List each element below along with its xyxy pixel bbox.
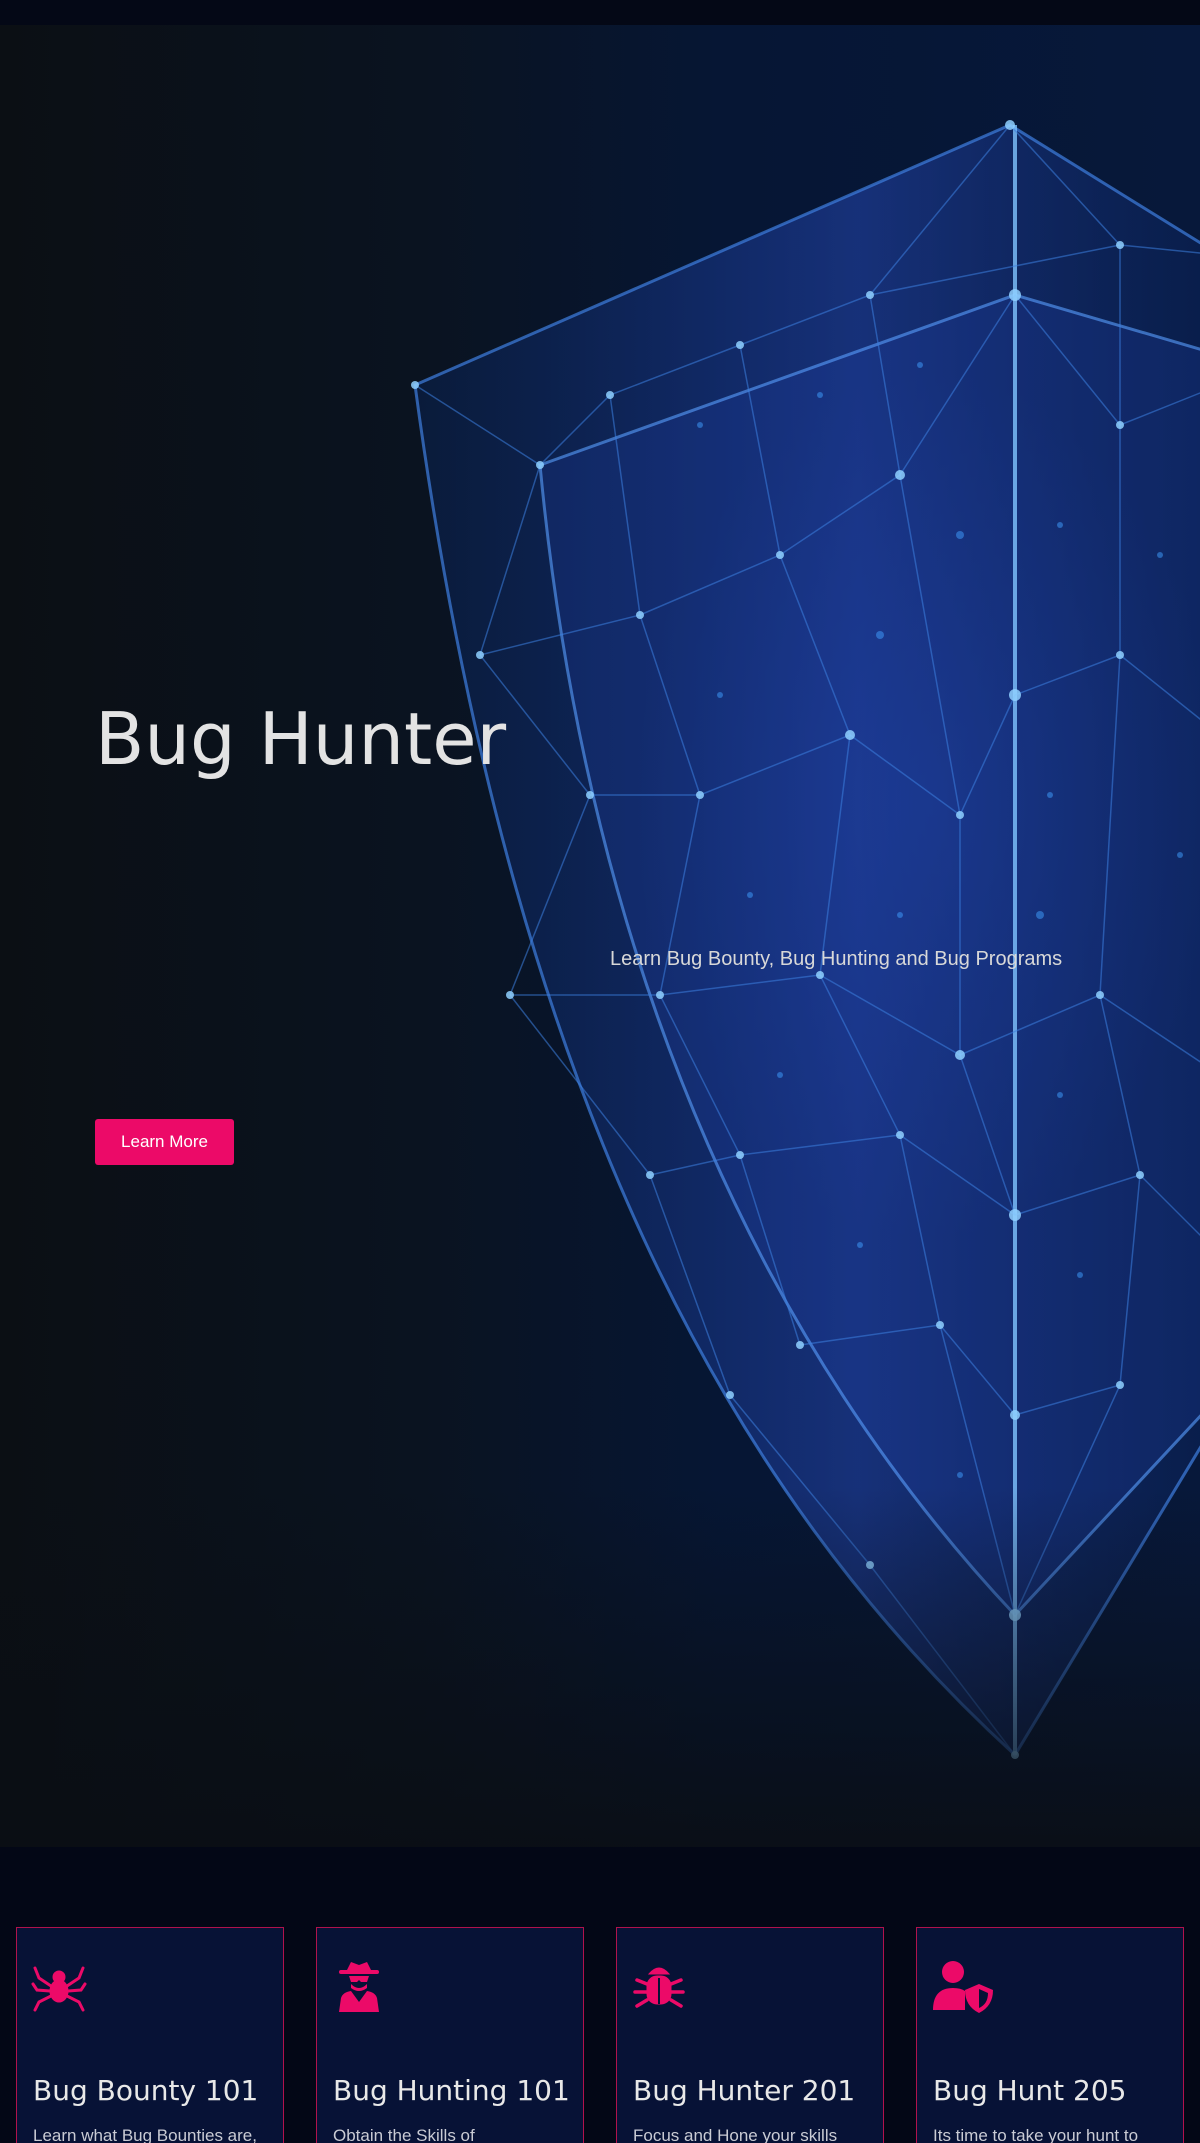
hero-bottom-fade [0, 1487, 1200, 1847]
course-card-bug-hunter-201[interactable]: Bug Hunter 201 Focus and Hone your skill… [616, 1927, 884, 2143]
course-card-bug-hunt-205[interactable]: Bug Hunt 205 Its time to take your hunt … [916, 1927, 1184, 2143]
card-title: Bug Hunting 101 [333, 2074, 570, 2107]
course-card-bug-bounty-101[interactable]: Bug Bounty 101 Learn what Bug Bounties a… [16, 1927, 284, 2143]
card-title: Bug Hunter 201 [633, 2074, 856, 2107]
hero-subtitle: Learn Bug Bounty, Bug Hunting and Bug Pr… [610, 948, 1063, 970]
card-description: Obtain the Skills of [333, 2126, 475, 2143]
hero-title: Bug Hunter [95, 697, 507, 781]
bug-icon [633, 1967, 685, 2008]
learn-more-button[interactable]: Learn More [95, 1119, 234, 1165]
card-description: Its time to take your hunt to [933, 2126, 1139, 2143]
card-title: Bug Bounty 101 [33, 2074, 259, 2107]
card-title: Bug Hunt 205 [933, 2074, 1127, 2107]
top-bar [0, 0, 1200, 25]
user-shield-icon [933, 1961, 993, 2013]
spider-icon [31, 1966, 87, 2012]
hero-section: Bug Hunter Learn Bug Bounty, Bug Hunting… [0, 25, 1200, 1847]
course-cards: Bug Bounty 101 Learn what Bug Bounties a… [0, 1847, 1200, 2143]
card-description: Focus and Hone your skills [633, 2126, 838, 2143]
card-description: Learn what Bug Bounties are, [33, 2126, 257, 2143]
spy-icon [339, 1962, 379, 2012]
course-card-bug-hunting-101[interactable]: Bug Hunting 101 Obtain the Skills of [316, 1927, 584, 2143]
